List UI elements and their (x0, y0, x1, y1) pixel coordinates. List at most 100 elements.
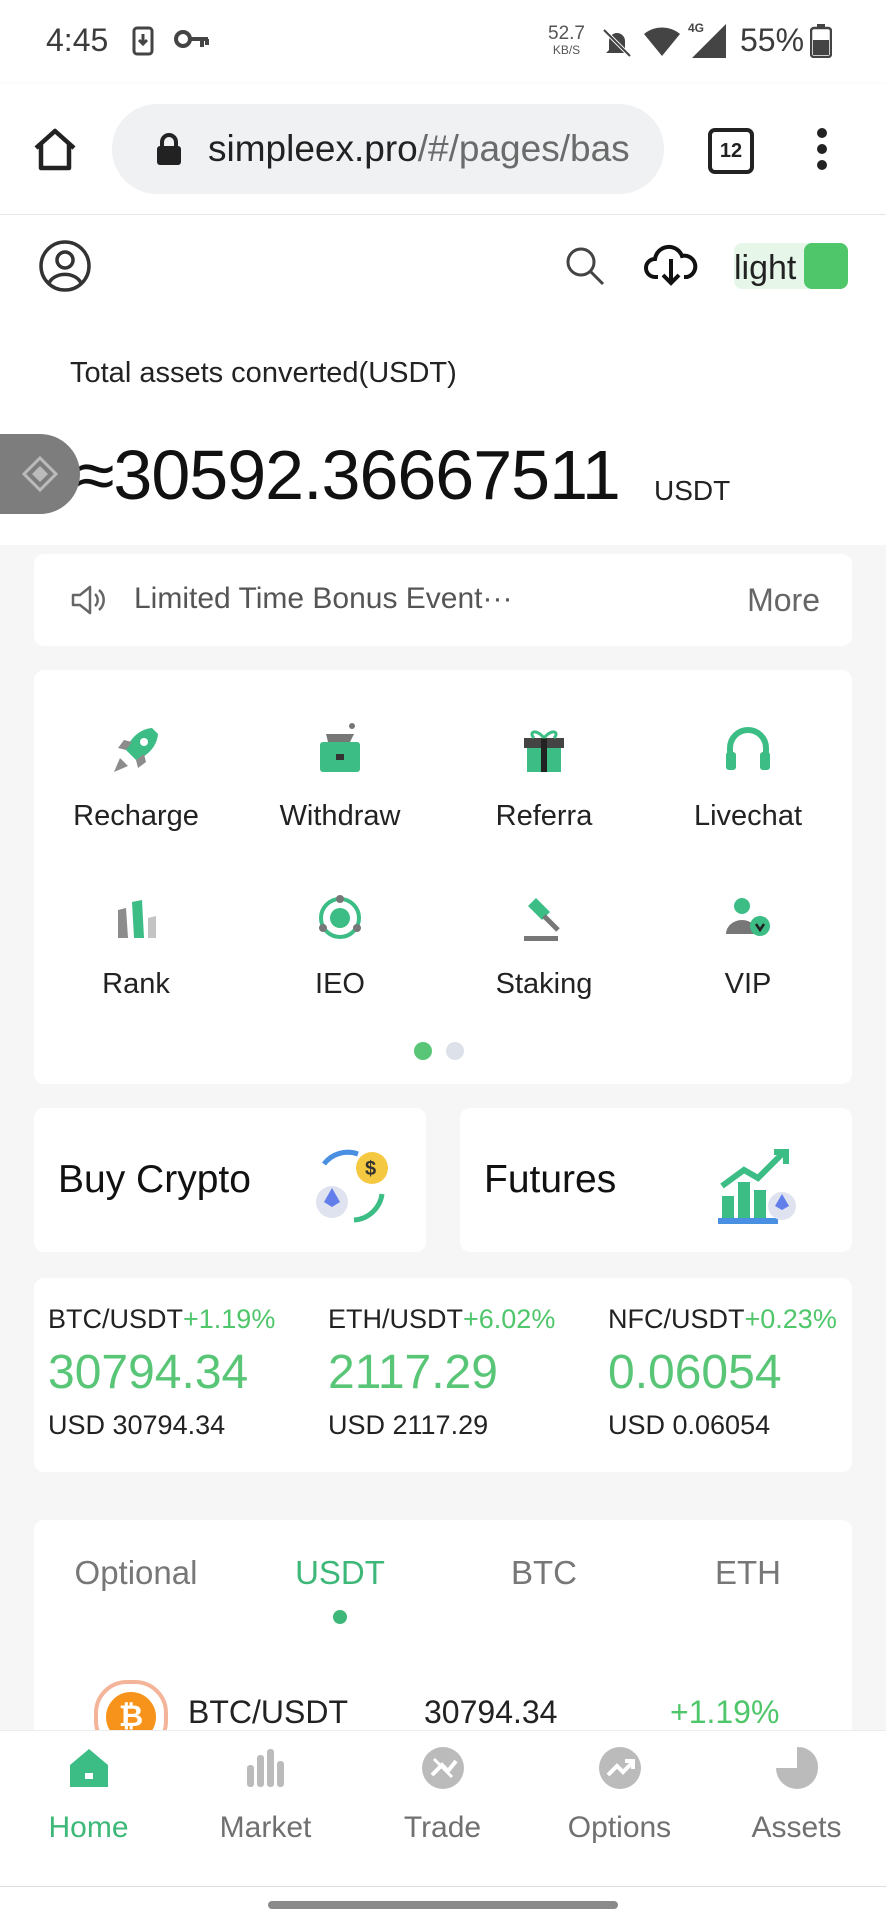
nav-options[interactable]: Options (531, 1745, 708, 1845)
grid-item-ieo[interactable]: IEO (238, 888, 442, 1001)
total-assets-label: Total assets converted(USDT) (70, 357, 457, 389)
announcement-more-link[interactable]: More (747, 582, 820, 619)
grid-item-label: Recharge (73, 800, 199, 832)
pager-dot[interactable] (446, 1042, 464, 1060)
rank-bars-icon (106, 888, 166, 948)
pager-dot-active[interactable] (414, 1042, 432, 1060)
grid-item-rank[interactable]: Rank (34, 888, 238, 1001)
gesture-area (0, 1886, 886, 1921)
ticker-pair: BTC/USDT (48, 1304, 183, 1334)
search-icon[interactable] (564, 245, 606, 292)
ticker-price: 0.06054 (608, 1346, 782, 1399)
grid-item-recharge[interactable]: Recharge (34, 720, 238, 833)
ticker-change: +6.02% (463, 1304, 556, 1334)
home-nav-icon (66, 1745, 112, 1791)
grid-item-label: IEO (315, 968, 365, 1000)
grid-item-referral[interactable]: Referra (442, 720, 646, 833)
status-time: 4:45 (46, 22, 109, 58)
ticker-nfc[interactable]: NFC/USDT+0.23% 0.06054 USD 0.06054 (608, 1304, 837, 1441)
pager-dots (414, 1042, 478, 1065)
buy-crypto-card[interactable]: Buy Crypto $ (34, 1108, 426, 1252)
download-notification-icon (132, 26, 154, 61)
ticker-usd: USD 2117.29 (328, 1410, 489, 1440)
buy-crypto-title: Buy Crypto (58, 1158, 251, 1201)
more-vert-icon[interactable] (814, 128, 830, 175)
grid-item-label: Withdraw (279, 800, 401, 832)
futures-card[interactable]: Futures (460, 1108, 852, 1252)
tab-switcher-button[interactable]: 12 (708, 128, 754, 174)
total-assets-section: Total assets converted(USDT) ≈30592.3666… (0, 315, 886, 545)
market-bars-icon (243, 1745, 289, 1791)
nav-home[interactable]: Home (0, 1745, 177, 1845)
ticker-btc[interactable]: BTC/USDT+1.19% 30794.34 USD 30794.34 (48, 1304, 275, 1441)
nav-label: Options (567, 1811, 672, 1844)
net-speed: 52.7 KB/S (548, 24, 585, 58)
tab-btc[interactable]: BTC (442, 1554, 646, 1592)
rocket-icon (106, 720, 166, 780)
status-bar: 4:45 52.7 KB/S 4G 55% (0, 0, 886, 84)
function-grid: Recharge Withdraw Referra Livechat Rank … (34, 670, 852, 1084)
bottom-nav: Home Market Trade Options Assets (0, 1730, 886, 1887)
user-avatar-icon[interactable] (38, 239, 92, 298)
ticker-pair: ETH/USDT (328, 1304, 463, 1334)
gift-icon (514, 720, 574, 780)
ticker-change: +1.19% (183, 1304, 276, 1334)
url-path: /#/pages/bas (417, 128, 630, 169)
active-tab-indicator (333, 1610, 347, 1624)
gesture-handle[interactable] (268, 1901, 618, 1909)
grid-item-vip[interactable]: VIP (646, 888, 850, 1001)
app-header: light (0, 215, 886, 315)
url-host: simpleex.pro (208, 128, 418, 169)
announcement-bar[interactable]: Limited Time Bonus Event··· More (34, 554, 852, 646)
theme-toggle-knob (804, 243, 848, 289)
net-speed-unit: KB/S (552, 43, 581, 57)
options-trend-icon (597, 1745, 643, 1791)
svg-text:4G: 4G (688, 21, 704, 35)
grid-item-livechat[interactable]: Livechat (646, 720, 850, 833)
home-icon[interactable] (32, 126, 78, 177)
floating-menu-button[interactable] (0, 434, 80, 514)
nav-label: Market (219, 1811, 312, 1844)
grid-item-label: VIP (724, 968, 772, 1000)
headset-icon (718, 720, 778, 780)
total-assets-value: ≈30592.36667511 (76, 436, 621, 514)
diamond-grid-icon (21, 455, 59, 497)
cell-signal-icon: 4G (686, 20, 730, 65)
nav-label: Trade (403, 1811, 482, 1844)
cloud-download-icon[interactable] (644, 241, 698, 292)
speaker-icon (70, 584, 106, 621)
nav-trade[interactable]: Trade (354, 1745, 531, 1845)
battery-icon (809, 24, 833, 63)
vip-user-icon (718, 888, 778, 948)
nav-assets[interactable]: Assets (708, 1745, 885, 1845)
announcement-text: Limited Time Bonus Event··· (134, 582, 513, 615)
ticker-price: 2117.29 (328, 1346, 498, 1399)
tab-usdt[interactable]: USDT (238, 1554, 442, 1592)
grid-item-staking[interactable]: Staking (442, 888, 646, 1001)
lock-icon (154, 132, 184, 171)
nav-label: Assets (751, 1811, 842, 1844)
hammer-icon (514, 888, 574, 948)
ticker-strip: BTC/USDT+1.19% 30794.34 USD 30794.34 ETH… (34, 1278, 852, 1472)
nav-label: Home (48, 1811, 129, 1844)
url-text: simpleex.pro/#/pages/bas (208, 128, 648, 170)
tab-eth[interactable]: ETH (646, 1554, 850, 1592)
trade-icon (420, 1745, 466, 1791)
ticker-price: 30794.34 (48, 1346, 249, 1399)
tab-optional[interactable]: Optional (34, 1554, 238, 1592)
ticker-usd: USD 0.06054 (608, 1410, 771, 1440)
theme-toggle-label: light (734, 249, 797, 287)
market-row-change: +1.19% (670, 1694, 780, 1730)
ticker-change: +0.23% (744, 1304, 837, 1334)
grid-item-label: Referra (495, 800, 593, 832)
futures-title: Futures (484, 1158, 617, 1201)
nav-market[interactable]: Market (177, 1745, 354, 1845)
url-bar[interactable]: simpleex.pro/#/pages/bas (112, 104, 664, 194)
grid-item-withdraw[interactable]: Withdraw (238, 720, 442, 833)
theme-toggle[interactable]: light (734, 243, 848, 289)
pie-chart-icon (774, 1745, 820, 1791)
total-assets-unit: USDT (654, 475, 731, 506)
market-row-pair: BTC/USDT (188, 1694, 348, 1730)
wallet-icon (310, 720, 370, 780)
ticker-eth[interactable]: ETH/USDT+6.02% 2117.29 USD 2117.29 (328, 1304, 555, 1441)
